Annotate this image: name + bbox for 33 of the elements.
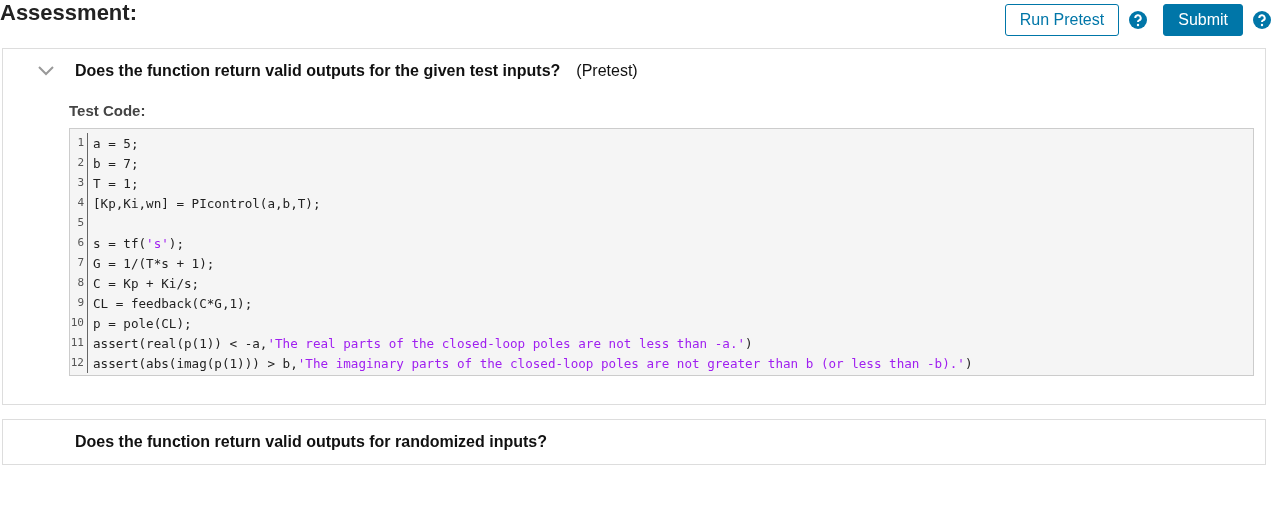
code-line: CL = feedback(C*G,1);	[92, 295, 253, 311]
code-line: b = 7;	[92, 155, 139, 171]
code-line: p = pole(CL);	[92, 315, 192, 331]
test-title[interactable]: Does the function return valid outputs for the given test inputs?	[75, 62, 561, 80]
code-label: Test Code:	[69, 102, 147, 119]
page-heading: Assessment:	[0, 0, 137, 27]
line-number: 9	[70, 293, 88, 313]
line-number: 8	[70, 273, 88, 293]
line-number: 11	[70, 333, 88, 353]
test-title[interactable]: Does the function return valid outputs for randomized inputs?	[75, 433, 547, 451]
line-number: 12	[70, 353, 88, 373]
line-number: 2	[70, 153, 88, 173]
run-button[interactable]: Run Pretest	[1004, 4, 1120, 36]
line-number: 5	[70, 213, 88, 233]
line-number: 10	[70, 313, 88, 333]
submit-button[interactable]: Submit	[1163, 4, 1243, 36]
code-line: a = 5;	[92, 135, 139, 151]
code-line: [Kp,Ki,wn] = PIcontrol(a,b,T);	[92, 195, 321, 211]
line-number: 1	[70, 133, 88, 153]
code-line: assert(real(p(1)) < -a,'The real parts of the closed-loop poles are not less than -a.')	[92, 335, 753, 351]
line-number: 6	[70, 233, 88, 253]
help-icon[interactable]	[1253, 11, 1271, 29]
test-tag: (Pretest)	[576, 62, 638, 80]
line-number: 4	[70, 193, 88, 213]
help-icon[interactable]	[1129, 11, 1148, 29]
chevron-down-icon[interactable]	[37, 65, 55, 77]
code-line: assert(abs(imag(p(1))) > b,'The imaginary parts of the closed-loop poles are not greater than b (or less than -b).')	[92, 355, 973, 371]
code-line: s = tf('s');	[92, 235, 184, 251]
code-line: G = 1/(T*s + 1);	[92, 255, 215, 271]
line-number: 3	[70, 173, 88, 193]
code-line: T = 1;	[92, 175, 139, 191]
code-line: C = Kp + Ki/s;	[92, 275, 200, 291]
line-number: 7	[70, 253, 88, 273]
